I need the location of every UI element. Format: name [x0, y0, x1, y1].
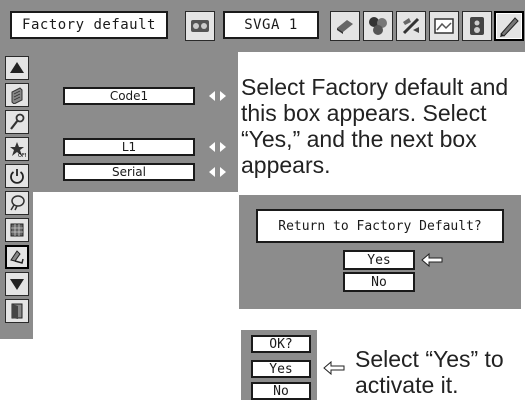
setting-submenu: Code1 L1 Serial: [33, 52, 238, 192]
code-adjust-arrows[interactable]: [203, 87, 231, 105]
exit-icon[interactable]: [5, 299, 29, 323]
dialog-title: Return to Factory Default?: [256, 209, 504, 243]
pc-adjust-icon[interactable]: [185, 11, 215, 41]
arrow-right-icon[interactable]: [219, 141, 227, 153]
ok-yes-button[interactable]: Yes: [251, 360, 311, 378]
pointer-arrow-icon: [323, 360, 345, 376]
svg-text:OFF: OFF: [18, 153, 26, 158]
scroll-up-icon[interactable]: [5, 56, 29, 80]
blank-off-icon[interactable]: OFF: [5, 137, 29, 161]
ok-title: OK?: [251, 335, 311, 353]
instruction-text-top: Select Factory default and this box appe…: [241, 74, 509, 178]
serial-adjust-arrows[interactable]: [203, 163, 231, 181]
lamp-icon[interactable]: [5, 191, 29, 215]
screen-icon[interactable]: [396, 11, 426, 41]
pointer-arrow-icon: [421, 252, 443, 268]
yes-button[interactable]: Yes: [343, 250, 415, 270]
ok-no-button[interactable]: No: [251, 382, 311, 400]
speaker-icon[interactable]: [462, 11, 492, 41]
power-icon[interactable]: [5, 164, 29, 188]
image-select-icon[interactable]: [429, 11, 459, 41]
arrow-left-icon[interactable]: [208, 141, 216, 153]
no-button[interactable]: No: [343, 272, 415, 292]
language-icon[interactable]: [5, 83, 29, 107]
l1-field[interactable]: L1: [63, 138, 195, 156]
menu-bar: Factory default SVGA 1: [0, 0, 525, 52]
menu-title: Factory default: [10, 11, 168, 39]
arrow-right-icon[interactable]: [219, 90, 227, 102]
arrow-right-icon[interactable]: [219, 166, 227, 178]
filter-icon[interactable]: [5, 218, 29, 242]
setting-icon[interactable]: [494, 11, 524, 41]
signal-mode: SVGA 1: [223, 11, 319, 39]
arrow-left-icon[interactable]: [208, 90, 216, 102]
color-adjust-icon[interactable]: [363, 11, 393, 41]
keystone-icon[interactable]: [5, 110, 29, 134]
factory-default-icon[interactable]: [5, 245, 29, 269]
computer-input-icon[interactable]: [330, 11, 360, 41]
code-field[interactable]: Code1: [63, 87, 195, 105]
ok-confirm-dialog: OK? Yes No: [241, 330, 317, 400]
l1-adjust-arrows[interactable]: [203, 138, 231, 156]
arrow-left-icon[interactable]: [208, 166, 216, 178]
instruction-text-bottom: Select “Yes” to activate it.: [355, 346, 504, 398]
scroll-down-icon[interactable]: [5, 272, 29, 296]
factory-default-dialog: Return to Factory Default? Yes No: [239, 195, 521, 309]
serial-field[interactable]: Serial: [63, 163, 195, 181]
side-menu: OFF: [0, 52, 33, 339]
